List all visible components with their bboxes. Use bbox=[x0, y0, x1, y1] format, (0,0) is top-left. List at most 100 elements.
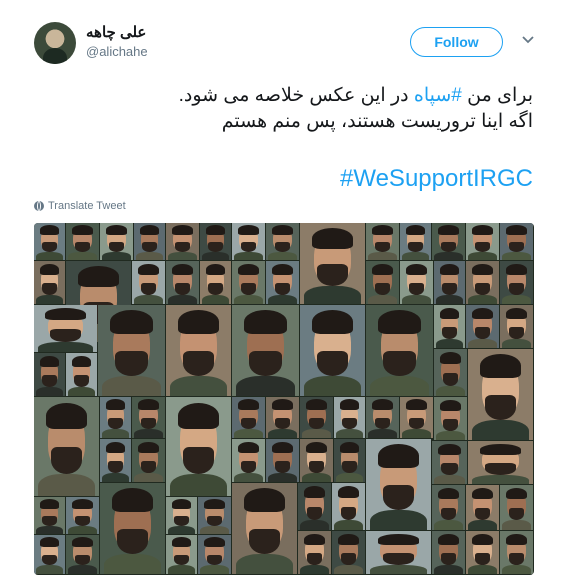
portrait-beard bbox=[108, 241, 125, 252]
portrait-beard bbox=[42, 282, 57, 295]
portrait-beard bbox=[441, 462, 458, 475]
portrait-tile bbox=[332, 531, 365, 574]
portrait-hair bbox=[237, 441, 260, 453]
portrait-body bbox=[467, 520, 497, 530]
portrait-beard bbox=[374, 282, 391, 295]
portrait-body bbox=[133, 472, 163, 482]
portrait-hair bbox=[437, 533, 460, 545]
portrait-body bbox=[501, 294, 531, 304]
portrait-hair bbox=[39, 499, 60, 509]
portrait-hair bbox=[471, 307, 494, 319]
portrait-hair bbox=[437, 487, 460, 500]
portrait-body bbox=[233, 428, 263, 438]
portrait-tile bbox=[34, 305, 97, 352]
portrait-tile bbox=[434, 349, 467, 396]
portrait-beard bbox=[174, 241, 191, 252]
portrait-beard bbox=[340, 506, 357, 520]
portrait-tile bbox=[500, 261, 533, 304]
portrait-tile bbox=[434, 305, 465, 348]
portrait-hair bbox=[371, 225, 394, 235]
display-name[interactable]: علی چاهه bbox=[86, 23, 146, 41]
portrait-tile bbox=[334, 397, 365, 438]
hashtag-link-wesupportirgc[interactable]: #WeSupportIRGC bbox=[340, 165, 533, 193]
portrait-beard bbox=[42, 241, 57, 252]
portrait-body bbox=[199, 565, 229, 574]
avatar[interactable] bbox=[34, 22, 76, 64]
portrait-beard bbox=[274, 241, 291, 252]
portrait-beard bbox=[208, 282, 223, 295]
portrait-tile bbox=[34, 353, 65, 396]
portrait-tile bbox=[200, 261, 231, 304]
hashtag-link-sepah[interactable]: #سپاه bbox=[414, 85, 462, 106]
portrait-beard bbox=[374, 241, 391, 252]
portrait-hair bbox=[479, 354, 522, 379]
follow-button[interactable]: Follow bbox=[410, 27, 503, 57]
chevron-down-icon[interactable] bbox=[520, 32, 536, 48]
portrait-body bbox=[67, 386, 96, 396]
portrait-tile bbox=[366, 439, 431, 530]
portrait-body bbox=[167, 565, 196, 574]
portrait-body bbox=[37, 474, 96, 496]
portrait-body bbox=[67, 525, 97, 534]
portrait-beard bbox=[42, 515, 57, 526]
portrait-hair bbox=[71, 225, 94, 235]
portrait-body bbox=[35, 386, 64, 396]
portrait-hair bbox=[45, 307, 86, 321]
portrait-tile bbox=[466, 261, 499, 304]
tweet-text: برای من #سپاه در این عکس خلاصه می شود. ا… bbox=[33, 83, 533, 135]
portrait-beard bbox=[42, 554, 57, 566]
portrait-tile bbox=[300, 305, 365, 396]
portrait-beard bbox=[484, 462, 517, 475]
portrait-body bbox=[333, 519, 363, 530]
portrait-hair bbox=[271, 225, 294, 235]
portrait-beard bbox=[474, 241, 491, 252]
portrait-body bbox=[335, 428, 364, 438]
portrait-body bbox=[169, 375, 228, 396]
portrait-body bbox=[267, 428, 297, 438]
portrait-body bbox=[401, 251, 430, 260]
portrait-body bbox=[369, 564, 428, 574]
portrait-tile bbox=[132, 261, 165, 304]
portrait-tile bbox=[100, 483, 165, 574]
portrait-beard bbox=[182, 350, 215, 376]
portrait-body bbox=[467, 294, 497, 304]
portrait-beard bbox=[42, 374, 57, 387]
portrait-tile bbox=[232, 483, 297, 574]
portrait-tile bbox=[500, 531, 533, 574]
portrait-hair bbox=[203, 537, 226, 548]
portrait-beard bbox=[508, 282, 525, 295]
portrait-tile bbox=[400, 223, 431, 260]
portrait-beard bbox=[50, 328, 81, 342]
portrait-hair bbox=[505, 487, 528, 500]
portrait-hair bbox=[377, 533, 420, 545]
portrait-hair bbox=[171, 499, 192, 509]
portrait-tile bbox=[66, 223, 99, 260]
portrait-hair bbox=[271, 441, 294, 453]
portrait-tile bbox=[34, 223, 65, 260]
portrait-hair bbox=[244, 310, 287, 335]
portrait-tile bbox=[232, 223, 265, 260]
portrait-tile bbox=[100, 223, 133, 260]
portrait-tile bbox=[98, 305, 165, 396]
tweet-photo-collage[interactable] bbox=[34, 223, 534, 575]
portrait-body bbox=[67, 565, 97, 574]
portrait-body bbox=[435, 338, 464, 348]
portrait-beard bbox=[248, 528, 281, 554]
portrait-beard bbox=[115, 350, 148, 376]
translate-tweet-link[interactable]: Translate Tweet bbox=[34, 200, 126, 212]
portrait-body bbox=[471, 419, 530, 440]
portrait-hair bbox=[471, 533, 494, 545]
portrait-tile bbox=[300, 439, 333, 482]
portrait-tile bbox=[432, 223, 465, 260]
portrait-body bbox=[267, 472, 297, 482]
portrait-beard bbox=[240, 417, 257, 429]
portrait-beard bbox=[342, 417, 357, 429]
portrait-body bbox=[201, 251, 230, 260]
tweet-line-1-suffix: در این عکس خلاصه می شود. bbox=[178, 85, 414, 106]
portrait-beard bbox=[142, 241, 157, 252]
portrait-beard bbox=[108, 417, 123, 429]
portrait-hair bbox=[205, 225, 226, 235]
portrait-beard bbox=[116, 528, 149, 554]
user-handle[interactable]: @alichahe bbox=[86, 44, 148, 59]
tweet-line-1-prefix: برای من bbox=[461, 85, 533, 106]
